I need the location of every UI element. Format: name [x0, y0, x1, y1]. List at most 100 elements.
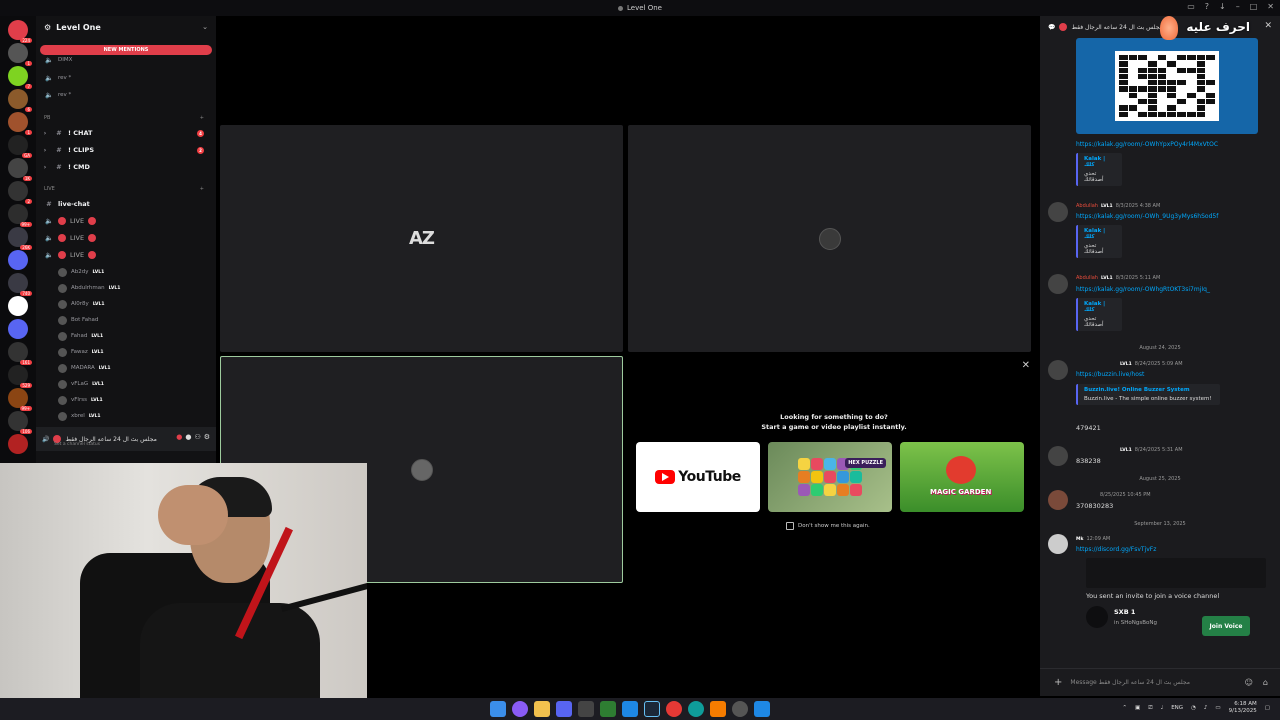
add-channel-icon[interactable]: + — [200, 115, 204, 121]
message-link[interactable]: https://buzzin.live/host — [1076, 371, 1144, 378]
voice-row[interactable]: 🔈 rev * — [36, 71, 216, 85]
close-button[interactable]: ✕ — [1267, 2, 1274, 11]
avatar[interactable] — [1048, 360, 1068, 380]
server-icon[interactable]: 7 — [8, 66, 32, 89]
network-app-icon[interactable] — [754, 701, 770, 717]
voice-user[interactable]: Al0r8y LVL1 — [36, 297, 216, 311]
start-icon[interactable] — [490, 701, 506, 717]
username[interactable]: Mk — [1076, 537, 1083, 542]
server-icon[interactable]: 1 — [8, 112, 32, 135]
tray-app-icon[interactable]: ▣ — [1135, 705, 1140, 711]
voice-user[interactable]: MADARA LVL1 — [36, 361, 216, 375]
wifi-icon[interactable]: ◔ — [1191, 705, 1196, 711]
voice-user[interactable]: Bot Fahad — [36, 313, 216, 327]
join-voice-button[interactable]: Join Voice — [1202, 616, 1250, 636]
embed-title[interactable]: Kalak | كلك — [1084, 156, 1116, 168]
voice-channel-live[interactable]: 🔈 LIVE — [36, 248, 216, 262]
checkbox[interactable] — [786, 522, 794, 530]
username[interactable]: Abdullah — [1076, 275, 1098, 281]
avatar[interactable] — [1048, 446, 1068, 466]
screen-tool-icon[interactable] — [578, 701, 594, 717]
server-icon[interactable]: GA — [8, 135, 32, 158]
close-icon[interactable]: ✕ — [1022, 360, 1030, 371]
emoji-icon[interactable]: ☺ — [1245, 678, 1253, 687]
text-channel[interactable]: › # ! CLIPS 2 — [36, 143, 216, 157]
chrome-icon[interactable] — [666, 701, 682, 717]
server-icon[interactable]: 224 — [8, 20, 32, 43]
text-channel[interactable]: › # ! CMD — [36, 160, 216, 174]
server-icon[interactable]: 2 — [8, 181, 32, 204]
message-composer[interactable]: + Message مجلس بث ال 24 ساعه الرجال فقط … — [1040, 668, 1280, 696]
voice-user[interactable]: Ab2dy LVL1 — [36, 265, 216, 279]
help-icon[interactable]: ? — [1205, 2, 1209, 11]
voice-status-link[interactable]: Set a channel status — [54, 442, 100, 447]
server-icon[interactable]: 1K — [8, 158, 32, 181]
category-pb[interactable]: PB + — [36, 111, 216, 125]
mic-icon[interactable]: ♩ — [1161, 705, 1164, 711]
server-icon[interactable]: 26K — [8, 227, 32, 250]
download-icon[interactable]: ↓ — [1219, 2, 1226, 11]
embed-title[interactable]: Kalak | كلك — [1084, 301, 1116, 313]
embed-title[interactable]: Kalak | كلك — [1084, 228, 1116, 240]
channel-live-chat[interactable]: # live-chat — [36, 197, 216, 211]
person-icon[interactable]: ⚇ — [194, 433, 200, 441]
orange-app-icon[interactable] — [710, 701, 726, 717]
server-icon[interactable] — [8, 296, 28, 316]
voice-user[interactable]: xbrel LVL1 — [36, 409, 216, 423]
message-link[interactable]: https://kalak.gg/room/-OWh_9Ug3yMys6hSod… — [1076, 213, 1218, 220]
discord-icon[interactable] — [556, 701, 572, 717]
avatar[interactable] — [1048, 490, 1068, 510]
server-icon[interactable] — [8, 250, 28, 270]
voice-channel-live[interactable]: 🔈 LIVE — [36, 214, 216, 228]
maximize-button[interactable]: □ — [1250, 2, 1258, 11]
youtube-activity-card[interactable]: YouTube — [636, 442, 760, 512]
voice-channel-live[interactable]: 🔈 LIVE — [36, 231, 216, 245]
green-app-icon[interactable] — [600, 701, 616, 717]
text-channel[interactable]: › # ! CHAT 4 — [36, 126, 216, 140]
video-tile-az[interactable]: AZ — [220, 125, 623, 352]
voice-user[interactable]: Abdulrhman LVL1 — [36, 281, 216, 295]
voice-row[interactable]: 🔈 rev * — [36, 88, 216, 102]
gear-icon[interactable]: ⚙ — [204, 433, 210, 441]
server-icon[interactable]: 106 — [8, 411, 32, 434]
magic-garden-activity-card[interactable]: MAGIC GARDEN — [900, 442, 1024, 512]
message-link[interactable]: https://discord.gg/FsvTjvFz — [1076, 546, 1156, 553]
server-icon[interactable]: 529 — [8, 365, 32, 388]
add-channel-icon[interactable]: + — [200, 186, 204, 192]
server-header[interactable]: ⚙ Level One ⌄ — [36, 16, 216, 38]
chevron-up-icon[interactable]: ⌃ — [1122, 705, 1127, 711]
blue-app-icon[interactable] — [622, 701, 638, 717]
server-icon[interactable]: 99+ — [8, 204, 32, 227]
voice-user[interactable]: vFLaG LVL1 — [36, 377, 216, 391]
message-input[interactable]: Message مجلس بث ال 24 ساعه الرجال فقط — [1070, 679, 1190, 686]
voice-user[interactable]: Fahad LVL1 — [36, 329, 216, 343]
volume-icon[interactable]: ♪ — [1204, 705, 1208, 711]
username[interactable]: Abdullah — [1076, 203, 1098, 209]
message-link[interactable]: https://kalak.gg/room/-OWhgRtOKT3si7mjIq… — [1076, 286, 1210, 293]
folder-icon[interactable] — [534, 701, 550, 717]
hex-puzzle-activity-card[interactable]: HEX PUZZLE — [768, 442, 892, 512]
category-live[interactable]: LIVE + — [36, 182, 216, 196]
settings-icon[interactable] — [732, 701, 748, 717]
voice-user[interactable]: Fawaz LVL1 — [36, 345, 216, 359]
avatar[interactable] — [1048, 534, 1068, 554]
server-icon[interactable] — [8, 319, 28, 339]
chat-icon[interactable]: ● — [185, 433, 191, 441]
server-icon[interactable] — [8, 434, 28, 454]
minimize-button[interactable]: – — [1236, 2, 1240, 11]
inbox-icon[interactable]: ▭ — [1187, 2, 1195, 11]
server-icon[interactable]: 161 — [8, 342, 32, 365]
steam-icon[interactable] — [644, 701, 660, 717]
language-indicator[interactable]: ENG — [1171, 705, 1183, 711]
server-icon[interactable]: 99+ — [8, 388, 32, 411]
battery-icon[interactable]: ▭ — [1215, 705, 1220, 711]
edge-icon[interactable] — [688, 701, 704, 717]
notification-icon[interactable]: ▢ — [1265, 705, 1270, 711]
embed-title[interactable]: Buzzin.live! Online Buzzer System — [1084, 387, 1214, 393]
server-icon[interactable]: 6 — [8, 89, 32, 112]
voice-row[interactable]: 🔈 DIMX — [36, 53, 216, 67]
avatar[interactable] — [1048, 202, 1068, 222]
voice-user[interactable]: vFlrss LVL1 — [36, 393, 216, 407]
gamepad-icon[interactable]: ⌂ — [1263, 678, 1268, 687]
video-tile-user[interactable] — [628, 125, 1031, 352]
